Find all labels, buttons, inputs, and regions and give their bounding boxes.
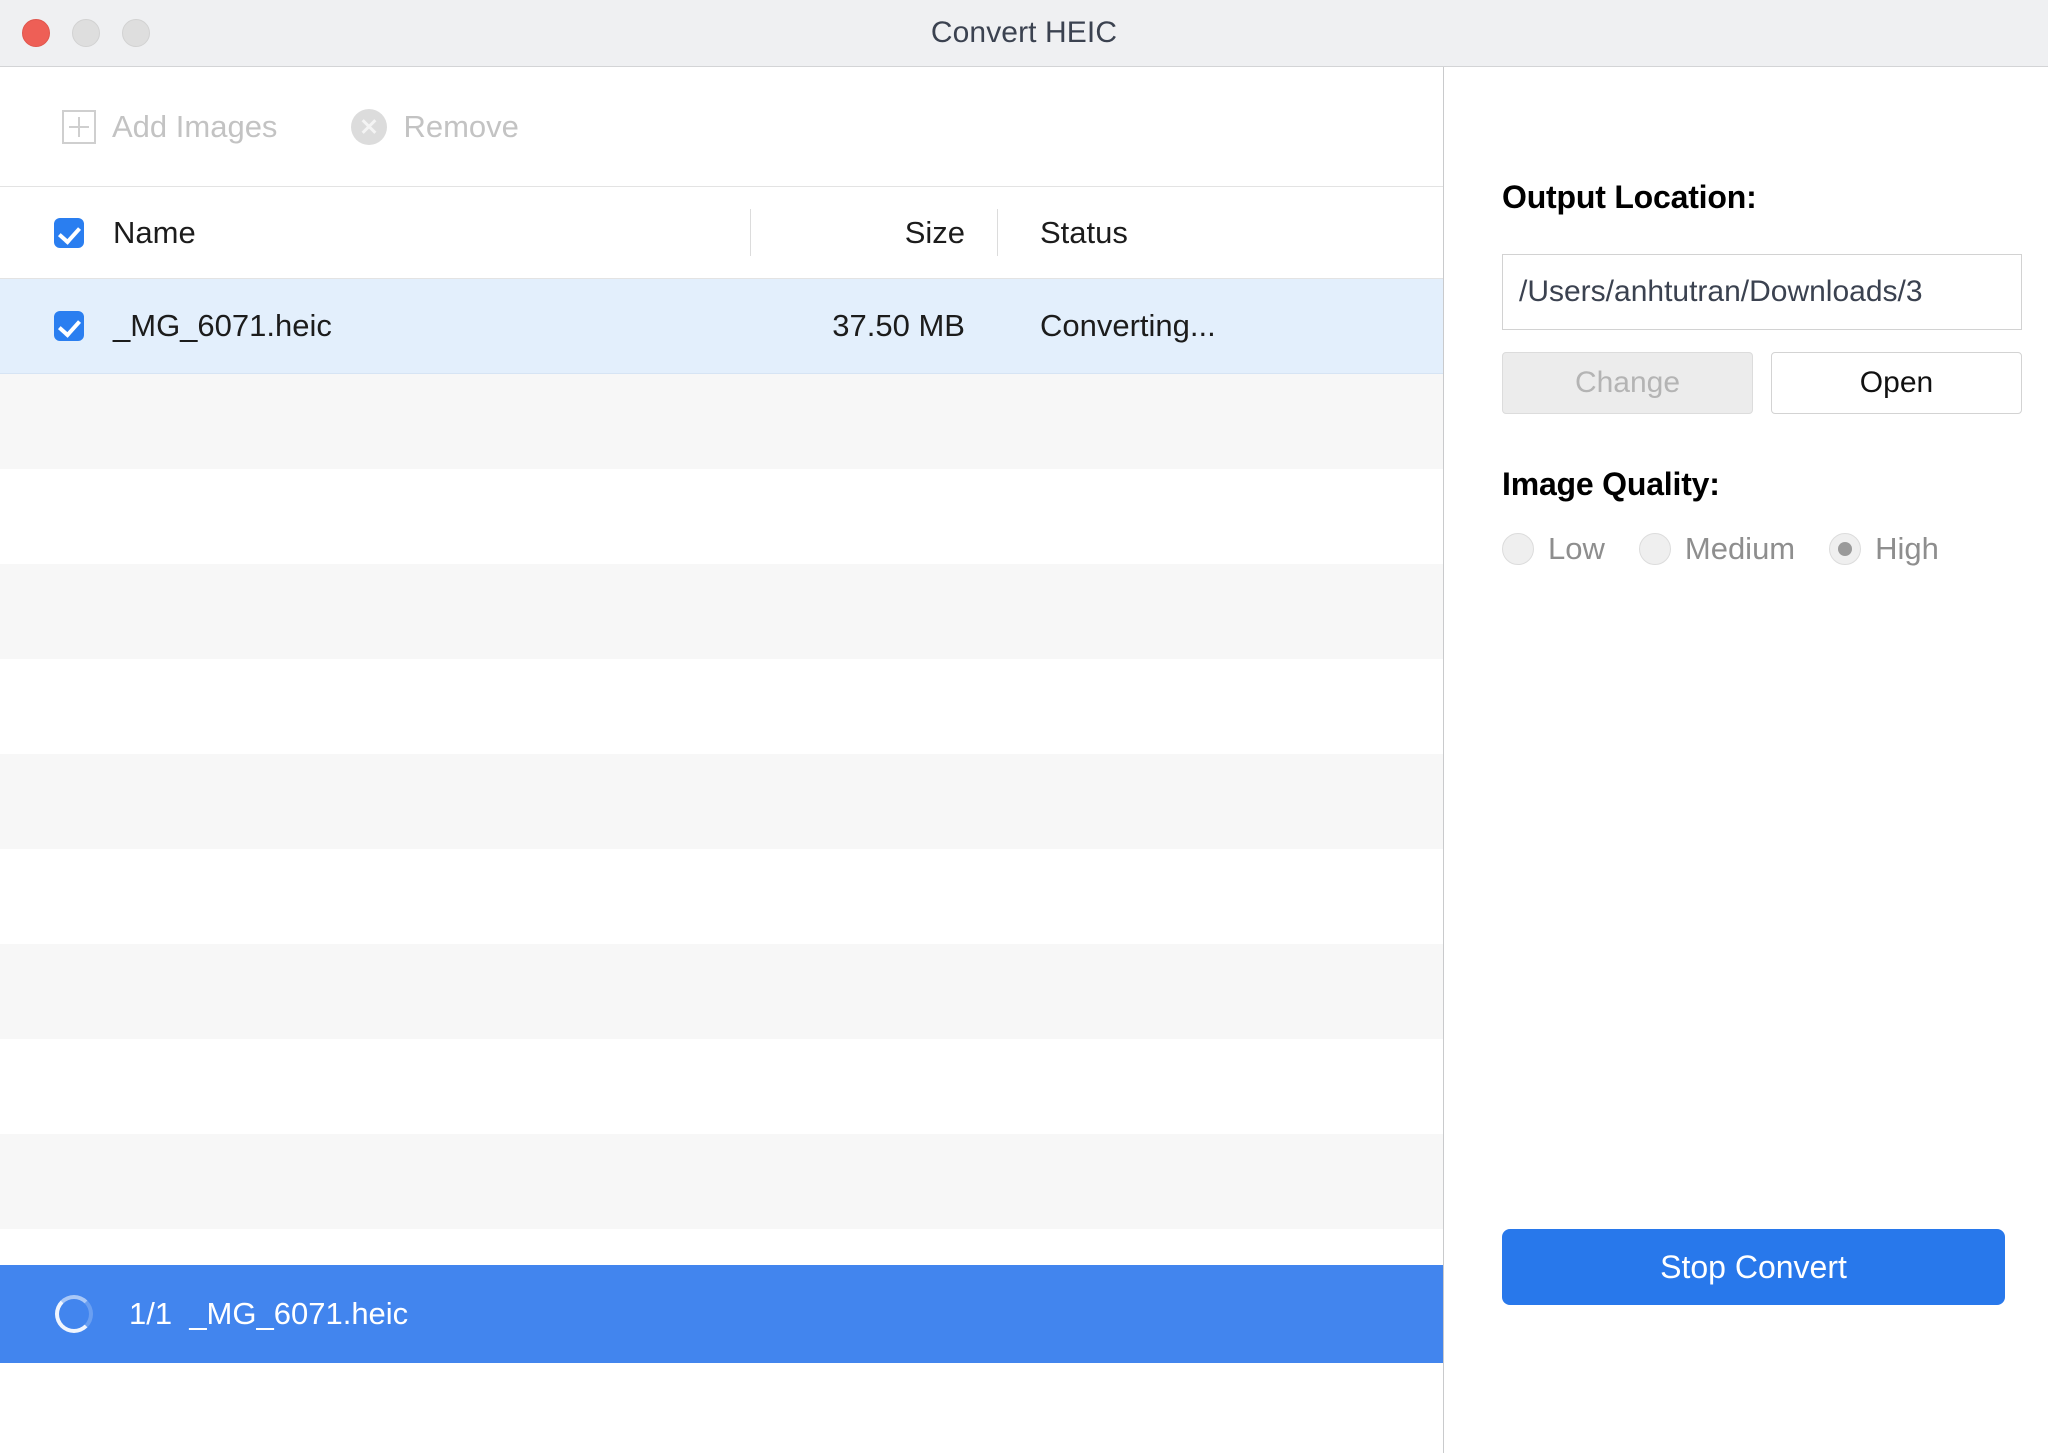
remove-button[interactable]: Remove: [351, 108, 519, 145]
radio-icon-medium: [1638, 533, 1671, 565]
column-header-status[interactable]: Status: [1040, 215, 1128, 251]
window-title: Convert HEIC: [930, 16, 1118, 49]
quality-label-medium: Medium: [1684, 531, 1796, 566]
stop-convert-button[interactable]: Stop Convert: [1502, 1229, 2005, 1305]
empty-row: [0, 1039, 1443, 1134]
empty-row: [0, 1134, 1443, 1229]
open-button[interactable]: Open: [1771, 352, 2022, 414]
settings-spacer: [1502, 567, 2048, 1229]
remove-label: Remove: [403, 108, 519, 144]
output-path-input[interactable]: /Users/anhtutran/Downloads/3: [1502, 254, 2022, 330]
image-quality-label: Image Quality:: [1502, 466, 1720, 502]
quality-option-high[interactable]: High: [1829, 531, 1939, 567]
window-body: Add Images Remove Name Size Status _MG_6…: [0, 67, 2048, 1453]
quality-option-low[interactable]: Low: [1502, 531, 1605, 567]
output-location-label: Output Location:: [1502, 179, 1757, 215]
quality-label-high: High: [1875, 531, 1939, 566]
table-row[interactable]: _MG_6071.heic 37.50 MB Converting...: [0, 279, 1443, 374]
title-bar: Convert HEIC: [0, 0, 2048, 67]
empty-row: [0, 1229, 1443, 1265]
quality-option-medium[interactable]: Medium: [1638, 531, 1796, 567]
quality-label-low: Low: [1548, 531, 1605, 566]
column-header-size[interactable]: Size: [750, 215, 965, 251]
plus-square-icon: [62, 109, 96, 144]
column-divider-2: [997, 209, 998, 256]
output-buttons: Change Open: [1502, 352, 2048, 414]
column-header-name[interactable]: Name: [113, 215, 196, 251]
file-list-pane: Add Images Remove Name Size Status _MG_6…: [0, 67, 1444, 1453]
radio-icon-low: [1502, 533, 1534, 565]
loading-spinner-icon: [55, 1295, 93, 1333]
progress-status-text: 1/1 _MG_6071.heic: [129, 1296, 409, 1331]
row-checkbox[interactable]: [54, 311, 84, 341]
row-file-name: _MG_6071.heic: [113, 308, 332, 343]
file-list-header: Name Size Status: [0, 187, 1443, 279]
empty-row: [0, 469, 1443, 564]
empty-row: [0, 374, 1443, 469]
file-list-body[interactable]: _MG_6071.heic 37.50 MB Converting...: [0, 279, 1443, 1265]
image-quality-radio-group: Low Medium High: [1502, 531, 2048, 567]
empty-row: [0, 564, 1443, 659]
change-button[interactable]: Change: [1502, 352, 1753, 414]
empty-row: [0, 849, 1443, 944]
toolbar: Add Images Remove: [0, 67, 1443, 187]
empty-row: [0, 944, 1443, 1039]
radio-icon-high: [1829, 533, 1862, 565]
x-circle-icon: [351, 108, 388, 145]
settings-pane: Output Location: /Users/anhtutran/Downlo…: [1444, 67, 2048, 1453]
conversion-progress-bar: 1/1 _MG_6071.heic: [0, 1265, 1443, 1363]
row-file-size: 37.50 MB: [832, 308, 965, 343]
select-all-checkbox[interactable]: [54, 217, 84, 248]
add-images-label: Add Images: [112, 108, 278, 144]
add-images-button[interactable]: Add Images: [62, 109, 277, 145]
pane-footer: [0, 1363, 1443, 1453]
empty-row: [0, 659, 1443, 754]
app-window: Convert HEIC Add Images Remove Name Size…: [0, 0, 2048, 1453]
empty-row: [0, 754, 1443, 849]
row-file-status: Converting...: [1040, 308, 1216, 343]
